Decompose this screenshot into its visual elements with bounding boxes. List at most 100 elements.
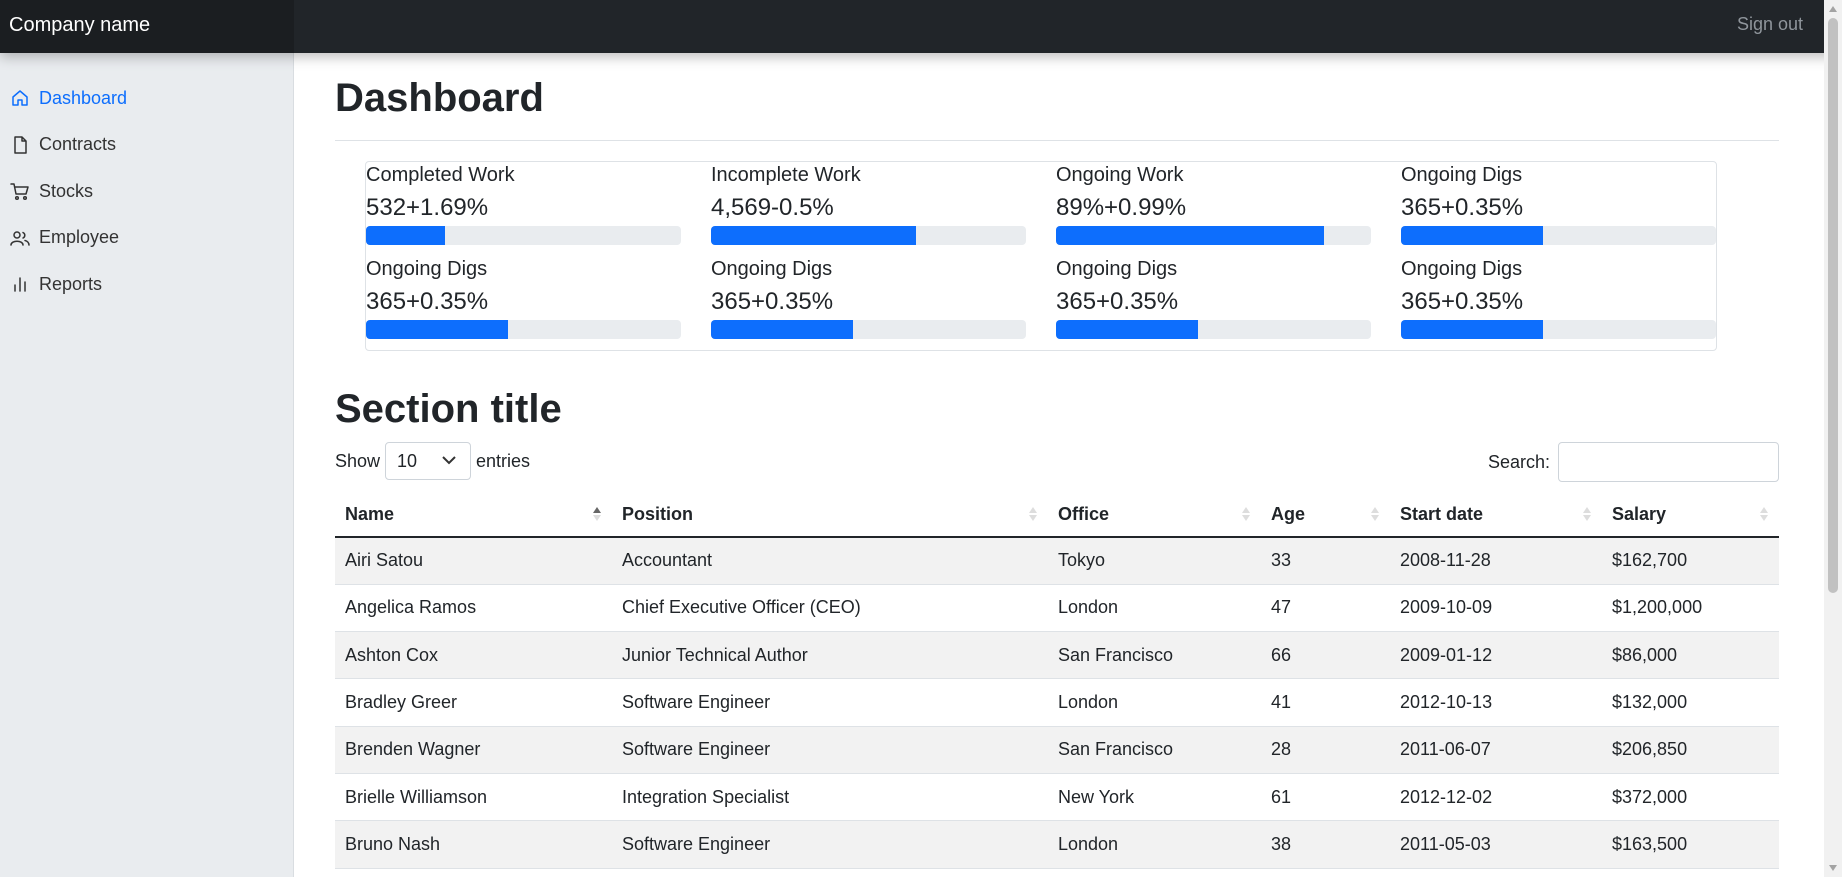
table-cell: 33 xyxy=(1261,537,1390,585)
table-cell: London xyxy=(1048,678,1261,727)
table-cell: 66 xyxy=(1261,631,1390,680)
scroll-thumb[interactable] xyxy=(1828,18,1838,593)
stat-title: Ongoing Work xyxy=(1056,164,1184,186)
main-content: Dashboard Completed Work 532+1.69% Incompl… xyxy=(335,53,1779,869)
table-cell: Brielle Williamson xyxy=(335,773,612,822)
progress-fill xyxy=(1401,320,1543,339)
table-row[interactable]: Bruno Nash Software Engineer London 38 2011-… xyxy=(335,820,1779,869)
sort-icon xyxy=(1583,507,1591,521)
table-cell: $132,000 xyxy=(1602,678,1779,727)
table-cell: Software Engineer xyxy=(612,726,1048,774)
sort-icon xyxy=(1371,507,1379,521)
cart-icon xyxy=(10,181,30,201)
sidebar-item-reports[interactable]: Reports xyxy=(0,261,293,308)
progress-bar xyxy=(1401,226,1716,245)
sidebar: Dashboard Contracts Stocks Employee Repo… xyxy=(0,53,294,877)
top-navbar: Company name Sign out xyxy=(0,0,1842,53)
scroll-up-arrow-icon[interactable] xyxy=(1828,4,1838,14)
column-header-name[interactable]: Name xyxy=(335,492,612,538)
sidebar-item-label: Reports xyxy=(39,273,103,294)
stat-card: Incomplete Work 4,569-0.5% xyxy=(711,162,1026,256)
table-cell: Software Engineer xyxy=(612,678,1048,727)
column-header-position[interactable]: Position xyxy=(612,492,1048,538)
sort-icon xyxy=(1242,507,1250,521)
table-cell: London xyxy=(1048,584,1261,633)
sidebar-item-dashboard[interactable]: Dashboard xyxy=(0,75,293,122)
stat-title: Ongoing Digs xyxy=(366,258,488,280)
table-row[interactable]: Airi Satou Accountant Tokyo 33 2008-11-28 $16… xyxy=(335,537,1779,585)
bar-chart-icon xyxy=(10,274,30,294)
stat-title: Incomplete Work xyxy=(711,164,861,186)
table-cell: 38 xyxy=(1261,820,1390,869)
stat-value: 365+0.35% xyxy=(1401,288,1524,315)
progress-fill xyxy=(711,320,853,339)
scroll-down-arrow-icon[interactable] xyxy=(1828,863,1838,873)
progress-fill xyxy=(366,320,508,339)
page-scrollbar[interactable] xyxy=(1824,0,1842,877)
sort-ascending-icon xyxy=(593,507,601,521)
stat-value: 4,569-0.5% xyxy=(711,194,834,221)
entries-length-control: Show 10 entries xyxy=(335,442,530,480)
column-header-start-date[interactable]: Start date xyxy=(1390,492,1602,538)
table-row[interactable]: Brenden Wagner Software Engineer San Franc… xyxy=(335,726,1779,774)
column-header-age[interactable]: Age xyxy=(1261,492,1390,538)
sort-icon xyxy=(1029,507,1037,521)
file-icon xyxy=(10,135,30,155)
sign-out-link[interactable]: Sign out xyxy=(1737,0,1803,48)
brand-name[interactable]: Company name xyxy=(0,0,294,53)
table-cell: 2011-06-07 xyxy=(1390,726,1602,774)
table-cell: $372,000 xyxy=(1602,773,1779,822)
table-header-row: Name Position Office Age Start date Sala… xyxy=(335,492,1779,538)
entries-select[interactable]: 10 xyxy=(385,442,472,480)
stat-value: 532+1.69% xyxy=(366,194,489,221)
sidebar-item-contracts[interactable]: Contracts xyxy=(0,122,293,169)
sidebar-item-stocks[interactable]: Stocks xyxy=(0,168,293,215)
table-row[interactable]: Angelica Ramos Chief Executive Officer (C… xyxy=(335,584,1779,633)
progress-bar xyxy=(1056,320,1371,339)
column-header-salary[interactable]: Salary xyxy=(1602,492,1779,538)
progress-fill xyxy=(1401,226,1543,245)
sidebar-item-employee[interactable]: Employee xyxy=(0,215,293,262)
stat-value: 365+0.35% xyxy=(1401,194,1524,221)
stat-card: Ongoing Digs 365+0.35% xyxy=(711,256,1026,350)
table-row[interactable]: Brielle Williamson Integration Specialist… xyxy=(335,773,1779,822)
users-icon xyxy=(10,228,30,248)
search-control: Search: xyxy=(1488,442,1779,482)
table-cell: Brenden Wagner xyxy=(335,726,612,774)
table-cell: Bradley Greer xyxy=(335,678,612,727)
stat-card: Ongoing Digs 365+0.35% xyxy=(1056,256,1371,350)
table-cell: Airi Satou xyxy=(335,537,612,585)
progress-bar xyxy=(1401,320,1716,339)
stat-title: Ongoing Digs xyxy=(1401,164,1523,186)
table-cell: 2009-10-09 xyxy=(1390,584,1602,633)
table-cell: London xyxy=(1048,820,1261,869)
section-title: Section title xyxy=(335,387,562,431)
table-cell: Software Engineer xyxy=(612,820,1048,869)
sidebar-item-label: Employee xyxy=(39,227,120,248)
stat-title: Ongoing Digs xyxy=(711,258,833,280)
stat-title: Completed Work xyxy=(366,164,515,186)
table-cell: New York xyxy=(1048,773,1261,822)
stat-title: Ongoing Digs xyxy=(1056,258,1178,280)
entries-label: entries xyxy=(476,450,531,471)
column-header-office[interactable]: Office xyxy=(1048,492,1261,538)
search-input[interactable] xyxy=(1558,442,1779,482)
table-cell: San Francisco xyxy=(1048,726,1261,774)
table-row[interactable]: Ashton Cox Junior Technical Author San Fra… xyxy=(335,631,1779,680)
progress-fill xyxy=(1056,226,1324,245)
table-cell: 41 xyxy=(1261,678,1390,727)
table-row[interactable]: Bradley Greer Software Engineer London 41 20… xyxy=(335,678,1779,727)
sidebar-item-label: Dashboard xyxy=(39,87,128,108)
sort-icon xyxy=(1760,507,1768,521)
table-cell: 61 xyxy=(1261,773,1390,822)
stat-card: Ongoing Digs 365+0.35% xyxy=(366,256,681,350)
stat-card: Ongoing Work 89%+0.99% xyxy=(1056,162,1371,256)
table-cell: 2011-05-03 xyxy=(1390,820,1602,869)
progress-fill xyxy=(711,226,916,245)
stat-card: Ongoing Digs 365+0.35% xyxy=(1401,256,1716,350)
table-cell: $86,000 xyxy=(1602,631,1779,680)
table-cell: 28 xyxy=(1261,726,1390,774)
stat-value: 365+0.35% xyxy=(711,288,834,315)
home-icon xyxy=(10,88,30,108)
sidebar-nav: Dashboard Contracts Stocks Employee Repo… xyxy=(0,53,293,308)
